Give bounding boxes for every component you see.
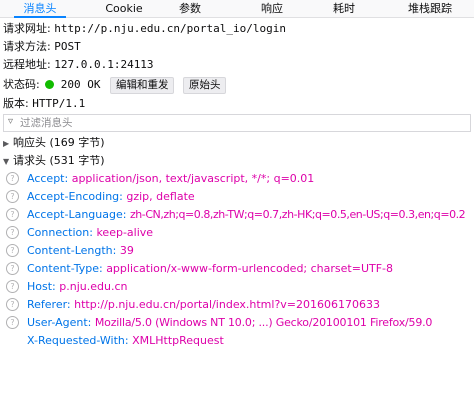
remote-address-row: 远程地址: 127.0.0.1:24113 (3, 56, 154, 74)
version-label: 版本: (3, 97, 29, 110)
header-row: ? Referer: http://p.nju.edu.cn/portal/ind… (6, 296, 380, 314)
header-name: Content-Length: (27, 244, 117, 257)
header-name: Connection: (27, 226, 93, 239)
filter-headers-input[interactable] (20, 115, 460, 131)
tab-params[interactable]: 参数 (170, 0, 210, 17)
help-icon[interactable]: ? (6, 280, 19, 293)
request-url-label: 请求网址: (3, 22, 51, 35)
help-icon[interactable]: ? (6, 316, 19, 329)
request-url-value[interactable]: http://p.nju.edu.cn/portal_io/login (54, 22, 286, 35)
filter-headers-box: ▿ (3, 114, 471, 132)
help-icon[interactable]: ? (6, 244, 19, 257)
help-icon[interactable]: ? (6, 172, 19, 185)
help-icon[interactable]: ? (6, 190, 19, 203)
header-value: keep-alive (96, 226, 154, 239)
status-value: 200 OK (60, 78, 101, 91)
request-method-value: POST (54, 40, 81, 53)
expand-arrow-icon: ▶ (3, 139, 10, 148)
header-name: Accept-Language: (27, 208, 127, 221)
help-icon[interactable]: ? (6, 262, 19, 275)
help-icon[interactable]: ? (6, 298, 19, 311)
filter-icon: ▿ (8, 116, 14, 127)
header-row: ? Accept: application/json, text/javascri… (6, 170, 314, 188)
status-ok-icon (45, 80, 55, 89)
tab-cookies[interactable]: Cookie (96, 0, 152, 17)
help-icon[interactable]: ? (6, 226, 19, 239)
tab-response[interactable]: 响应 (252, 0, 292, 17)
tab-timings[interactable]: 耗时 (324, 0, 364, 17)
header-name: User-Agent: (27, 316, 92, 329)
header-row: ? Accept-Language: zh-CN,zh;q=0.8,zh-TW;q… (6, 206, 466, 224)
tab-headers[interactable]: 消息头 (8, 0, 72, 18)
request-method-row: 请求方法: POST (3, 38, 81, 56)
version-value: HTTP/1.1 (32, 97, 86, 110)
status-row: 状态码: 200 OK 编辑和重发 原始头 (3, 76, 227, 94)
header-value: XMLHttpRequest (132, 334, 224, 347)
header-row: ? User-Agent: Mozilla/5.0 (Windows NT 10.… (6, 314, 432, 332)
edit-resend-button[interactable]: 编辑和重发 (109, 76, 175, 94)
raw-headers-button[interactable]: 原始头 (182, 76, 227, 94)
header-row: ? Content-Type: application/x-www-form-ur… (6, 260, 393, 278)
header-value: application/json, text/javascript, */*; … (71, 172, 315, 185)
header-row: ?X-Requested-With: XMLHttpRequest (6, 332, 224, 350)
header-value: Mozilla/5.0 (Windows NT 10.0; ...) Gecko… (94, 316, 433, 329)
header-name: Referer: (27, 298, 71, 311)
header-name: Accept: (27, 172, 69, 185)
header-row: ? Connection: keep-alive (6, 224, 153, 242)
header-value: http://p.nju.edu.cn/portal/index.html?v=… (74, 298, 381, 311)
header-value: zh-CN,zh;q=0.8,zh-TW;q=0.7,zh-HK;q=0.5,e… (129, 208, 466, 221)
status-label: 状态码: (3, 78, 40, 91)
header-value: application/x-www-form-urlencoded; chars… (106, 262, 394, 275)
tab-bar: 消息头 Cookie 参数 响应 耗时 堆栈跟踪 (0, 0, 474, 18)
header-value: 39 (119, 244, 134, 257)
header-name: Host: (27, 280, 56, 293)
remote-address-label: 远程地址: (3, 58, 51, 71)
response-headers-label: 响应头 (169 字节) (13, 136, 105, 149)
version-row: 版本: HTTP/1.1 (3, 95, 85, 113)
header-name: X-Requested-With: (27, 334, 129, 347)
header-row: ? Host: p.nju.edu.cn (6, 278, 127, 296)
header-name: Accept-Encoding: (27, 190, 123, 203)
request-method-label: 请求方法: (3, 40, 51, 53)
request-headers-label: 请求头 (531 字节) (13, 154, 105, 167)
header-name: Content-Type: (27, 262, 103, 275)
request-url-row: 请求网址: http://p.nju.edu.cn/portal_io/logi… (3, 20, 286, 38)
header-row: ? Accept-Encoding: gzip, deflate (6, 188, 195, 206)
header-value: p.nju.edu.cn (59, 280, 128, 293)
response-headers-toggle[interactable]: ▶ 响应头 (169 字节) (3, 134, 105, 152)
help-icon[interactable]: ? (6, 208, 19, 221)
header-value: gzip, deflate (126, 190, 195, 203)
remote-address-value: 127.0.0.1:24113 (54, 58, 154, 71)
request-headers-toggle[interactable]: ▼ 请求头 (531 字节) (3, 152, 105, 170)
tab-stack-trace[interactable]: 堆栈跟踪 (398, 0, 462, 17)
header-row: ? Content-Length: 39 (6, 242, 134, 260)
collapse-arrow-icon: ▼ (3, 157, 10, 166)
